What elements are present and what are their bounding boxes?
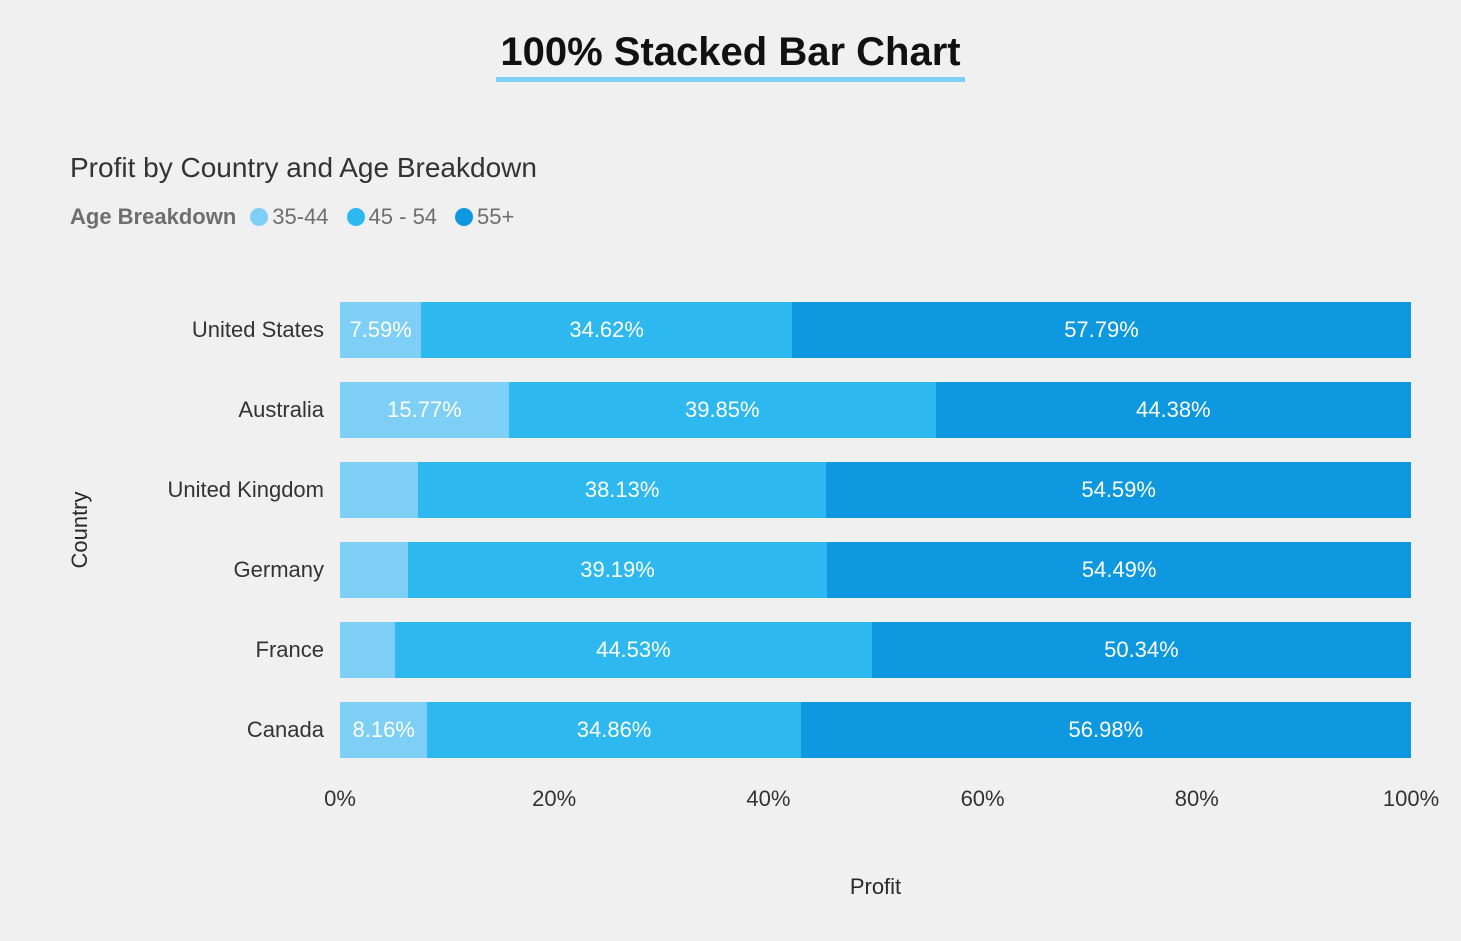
seg-4-0 [340, 622, 395, 678]
seg-5-0: 8.16% [340, 702, 427, 758]
seg-3-2: 54.49% [827, 542, 1411, 598]
bar-5[interactable]: 8.16% 34.86% 56.98% [340, 702, 1411, 758]
bar-0[interactable]: 7.59% 34.62% 57.79% [340, 302, 1411, 358]
chart-card: 100% Stacked Bar Chart Profit by Country… [0, 0, 1461, 941]
bar-row-4: 44.53% 50.34% [340, 610, 1411, 690]
bar-row-1: 15.77% 39.85% 44.38% [340, 370, 1411, 450]
xtick-1: 20% [532, 786, 576, 812]
legend-item-1[interactable]: 45 - 54 [347, 204, 438, 230]
legend-swatch-2 [455, 208, 473, 226]
y-label-3: Germany [110, 530, 340, 610]
bar-row-0: 7.59% 34.62% 57.79% [340, 290, 1411, 370]
seg-2-1: 38.13% [418, 462, 826, 518]
plot-area: 7.59% 34.62% 57.79% 15.77% 39.85% 44.38%… [340, 290, 1411, 770]
y-label-1: Australia [110, 370, 340, 450]
bar-1[interactable]: 15.77% 39.85% 44.38% [340, 382, 1411, 438]
page-title: 100% Stacked Bar Chart [496, 30, 964, 82]
y-axis-labels: United States Australia United Kingdom G… [110, 290, 340, 770]
seg-4-1: 44.53% [395, 622, 872, 678]
xtick-5: 100% [1383, 786, 1439, 812]
seg-5-2: 56.98% [801, 702, 1411, 758]
bar-row-3: 39.19% 54.49% [340, 530, 1411, 610]
xtick-3: 60% [961, 786, 1005, 812]
legend-label-1: 45 - 54 [369, 204, 438, 230]
legend-label-2: 55+ [477, 204, 514, 230]
bar-2[interactable]: 38.13% 54.59% [340, 462, 1411, 518]
seg-4-2: 50.34% [872, 622, 1411, 678]
y-label-2: United Kingdom [110, 450, 340, 530]
legend-item-0[interactable]: 35-44 [250, 204, 328, 230]
seg-3-0 [340, 542, 408, 598]
y-label-5: Canada [110, 690, 340, 770]
seg-5-1: 34.86% [427, 702, 800, 758]
seg-3-1: 39.19% [408, 542, 828, 598]
legend: Age Breakdown 35-44 45 - 54 55+ [70, 204, 1411, 230]
x-axis-title: Profit [340, 874, 1411, 900]
x-axis: 0% 20% 40% 60% 80% 100% [340, 786, 1411, 826]
xtick-0: 0% [324, 786, 356, 812]
xtick-4: 80% [1175, 786, 1219, 812]
seg-2-0 [340, 462, 418, 518]
legend-item-2[interactable]: 55+ [455, 204, 514, 230]
xtick-2: 40% [746, 786, 790, 812]
seg-0-1: 34.62% [421, 302, 792, 358]
chart-subtitle: Profit by Country and Age Breakdown [70, 152, 1411, 184]
title-wrap: 100% Stacked Bar Chart [50, 30, 1411, 82]
seg-2-2: 54.59% [826, 462, 1411, 518]
seg-1-2: 44.38% [936, 382, 1411, 438]
y-label-4: France [110, 610, 340, 690]
seg-1-0: 15.77% [340, 382, 509, 438]
chart-zone: Country United States Australia United K… [110, 290, 1411, 770]
bar-row-2: 38.13% 54.59% [340, 450, 1411, 530]
legend-swatch-0 [250, 208, 268, 226]
bar-4[interactable]: 44.53% 50.34% [340, 622, 1411, 678]
legend-label-0: 35-44 [272, 204, 328, 230]
y-axis-title: Country [67, 491, 93, 568]
seg-0-0: 7.59% [340, 302, 421, 358]
seg-0-2: 57.79% [792, 302, 1411, 358]
legend-title: Age Breakdown [70, 204, 236, 230]
bar-row-5: 8.16% 34.86% 56.98% [340, 690, 1411, 770]
seg-1-1: 39.85% [509, 382, 936, 438]
legend-swatch-1 [347, 208, 365, 226]
bar-3[interactable]: 39.19% 54.49% [340, 542, 1411, 598]
y-label-0: United States [110, 290, 340, 370]
